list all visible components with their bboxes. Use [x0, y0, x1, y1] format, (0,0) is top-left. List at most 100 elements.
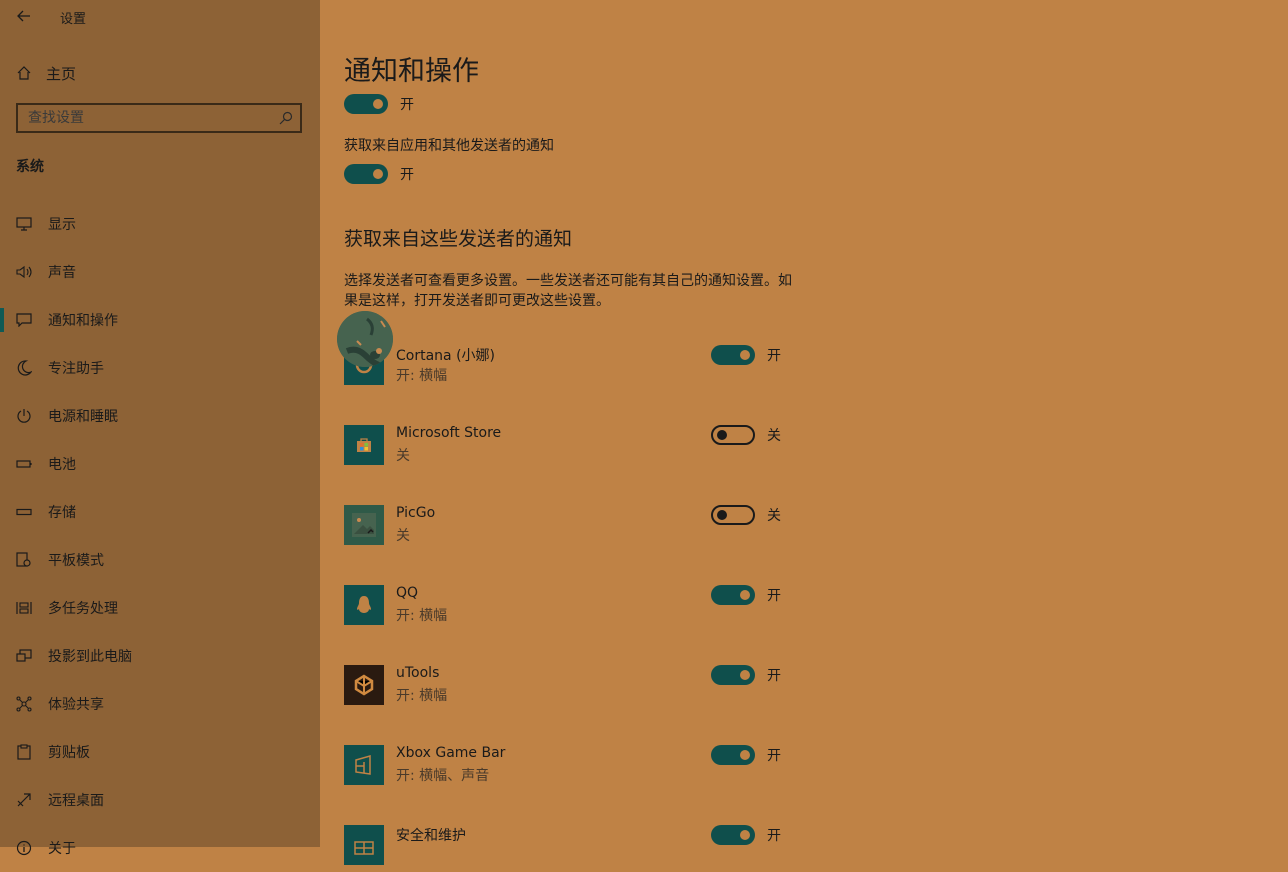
moon-icon — [16, 360, 32, 376]
sidebar-item-label: 体验共享 — [48, 697, 104, 713]
notifications-master-toggle-row: 开 — [344, 94, 414, 114]
sidebar: 设置 主页 系统 显示 声音 通知和操作 专注助手 电源和睡眠 — [0, 0, 320, 857]
app-status: 关 — [396, 448, 410, 464]
app-title: 设置 — [60, 12, 87, 27]
floating-ball-icon[interactable] — [337, 311, 393, 367]
battery-icon — [16, 456, 32, 472]
sidebar-item-sound[interactable]: 声音 — [0, 248, 320, 296]
sidebar-item-label: 关于 — [48, 841, 76, 857]
storage-icon — [16, 504, 32, 520]
app-row-security-maintenance[interactable]: 安全和维护 开 — [344, 825, 794, 865]
power-icon — [16, 408, 32, 424]
back-button[interactable] — [10, 4, 38, 28]
sidebar-item-multitasking[interactable]: 多任务处理 — [0, 584, 320, 632]
app-row-utools[interactable]: uTools 开: 横幅 开 — [344, 665, 794, 705]
app-toggle-row: 关 — [711, 505, 781, 525]
app-name: 安全和维护 — [396, 828, 466, 844]
sidebar-item-label: 专注助手 — [48, 361, 104, 377]
toggle-state-label: 开 — [767, 588, 781, 604]
search-icon[interactable] — [272, 105, 300, 131]
app-row-qq[interactable]: QQ 开: 横幅 开 — [344, 585, 794, 625]
app-toggle-row: 开 — [711, 585, 781, 605]
app-name: Microsoft Store — [396, 425, 502, 441]
sidebar-item-about[interactable]: 关于 — [0, 824, 320, 872]
utools-icon — [344, 665, 384, 705]
get-notifications-label: 获取来自应用和其他发送者的通知 — [344, 138, 554, 154]
sidebar-item-remote-desktop[interactable]: 远程桌面 — [0, 776, 320, 824]
toggle-knob — [740, 350, 750, 360]
app-name: Cortana (小娜) — [396, 348, 495, 364]
sidebar-item-shared-experiences[interactable]: 体验共享 — [0, 680, 320, 728]
toggle-state-label: 开 — [767, 748, 781, 764]
security-icon — [344, 825, 384, 865]
notifications-master-toggle[interactable] — [344, 94, 388, 114]
app-status: 开: 横幅 — [396, 608, 448, 624]
toggle-state-label: 关 — [767, 508, 781, 524]
app-toggle-security-maintenance[interactable] — [711, 825, 755, 845]
sidebar-item-clipboard[interactable]: 剪贴板 — [0, 728, 320, 776]
sidebar-item-project[interactable]: 投影到此电脑 — [0, 632, 320, 680]
app-row-cortana[interactable]: Cortana (小娜) 开: 横幅 开 — [344, 345, 794, 385]
sidebar-item-tablet-mode[interactable]: 平板模式 — [0, 536, 320, 584]
sidebar-item-display[interactable]: 显示 — [0, 200, 320, 248]
sidebar-nav: 显示 声音 通知和操作 专注助手 电源和睡眠 电池 存储 平板模式 多任务处理 … — [0, 200, 320, 872]
search-box[interactable] — [16, 103, 302, 133]
app-status: 开: 横幅、声音 — [396, 768, 490, 784]
toggle-knob — [740, 750, 750, 760]
get-notifications-toggle[interactable] — [344, 164, 388, 184]
toggle-state-label: 开 — [400, 167, 414, 183]
sidebar-item-label: 显示 — [48, 217, 76, 233]
sidebar-item-battery[interactable]: 电池 — [0, 440, 320, 488]
nav-home[interactable]: 主页 — [16, 60, 76, 86]
back-arrow-icon — [17, 10, 30, 22]
sidebar-item-storage[interactable]: 存储 — [0, 488, 320, 536]
sidebar-item-power[interactable]: 电源和睡眠 — [0, 392, 320, 440]
title-bar: 设置 — [0, 0, 320, 32]
app-row-xbox-game-bar[interactable]: Xbox Game Bar 开: 横幅、声音 开 — [344, 745, 794, 785]
sidebar-item-label: 多任务处理 — [48, 601, 118, 617]
toggle-state-label: 开 — [767, 348, 781, 364]
app-status: 开: 横幅 — [396, 368, 448, 384]
toggle-knob — [717, 430, 727, 440]
sidebar-item-label: 通知和操作 — [48, 313, 118, 329]
nav-home-label: 主页 — [46, 64, 77, 83]
app-toggle-xbox-game-bar[interactable] — [711, 745, 755, 765]
sidebar-item-notifications[interactable]: 通知和操作 — [0, 296, 320, 344]
app-name: QQ — [396, 585, 419, 601]
sidebar-item-focus-assist[interactable]: 专注助手 — [0, 344, 320, 392]
store-icon — [344, 425, 384, 465]
toggle-knob — [740, 830, 750, 840]
share-icon — [16, 696, 32, 712]
app-status: 关 — [396, 528, 410, 544]
app-name: uTools — [396, 665, 440, 681]
app-toggle-qq[interactable] — [711, 585, 755, 605]
sidebar-item-label: 存储 — [48, 505, 76, 521]
app-toggle-cortana[interactable] — [711, 345, 755, 365]
sidebar-item-label: 电源和睡眠 — [48, 409, 118, 425]
app-status: 开: 横幅 — [396, 688, 448, 704]
app-toggle-row: 开 — [711, 345, 781, 365]
toggle-state-label: 开 — [400, 97, 414, 113]
app-toggle-row: 开 — [711, 825, 781, 845]
app-toggle-row: 关 — [711, 425, 781, 445]
senders-heading: 获取来自这些发送者的通知 — [344, 228, 573, 250]
app-toggle-utools[interactable] — [711, 665, 755, 685]
notification-icon — [16, 312, 32, 328]
search-input[interactable] — [18, 110, 272, 126]
sidebar-item-label: 平板模式 — [48, 553, 104, 569]
app-toggle-microsoft-store[interactable] — [711, 425, 755, 445]
app-row-picgo[interactable]: PicGo 关 关 — [344, 505, 794, 545]
multitask-icon — [16, 600, 32, 616]
xbox-game-bar-icon — [344, 745, 384, 785]
app-row-microsoft-store[interactable]: Microsoft Store 关 关 — [344, 425, 794, 465]
clipboard-icon — [16, 744, 32, 760]
toggle-state-label: 开 — [767, 828, 781, 844]
app-toggle-row: 开 — [711, 665, 781, 685]
toggle-knob — [717, 510, 727, 520]
app-toggle-picgo[interactable] — [711, 505, 755, 525]
remote-icon — [16, 792, 32, 808]
get-notifications-toggle-row: 开 — [344, 164, 414, 184]
section-label-system: 系统 — [16, 159, 44, 175]
sidebar-item-label: 投影到此电脑 — [48, 649, 132, 665]
sidebar-item-label: 电池 — [48, 457, 76, 473]
